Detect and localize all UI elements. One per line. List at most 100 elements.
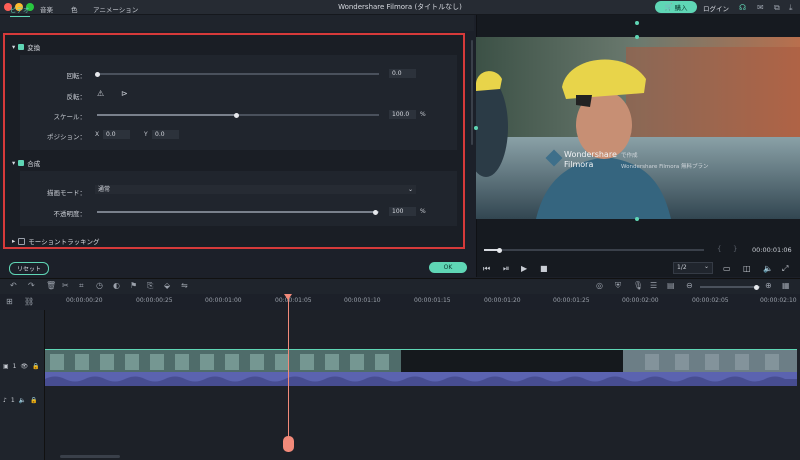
ok-button[interactable]: OK xyxy=(429,262,467,273)
preview-video-frame: Wondershare Filmora で作成 Wondershare Film… xyxy=(476,37,800,219)
link-icon[interactable]: ⛓ xyxy=(24,297,34,306)
blend-mode-select[interactable]: 通常 ⌄ xyxy=(95,185,416,194)
marker-icon[interactable]: ⚑ xyxy=(130,281,137,290)
opacity-slider-knob[interactable] xyxy=(373,209,378,215)
transform-checkbox[interactable] xyxy=(18,44,25,50)
rotate-slider-knob[interactable] xyxy=(95,71,100,77)
cart-icon: 🛒 xyxy=(664,3,673,11)
shield-icon[interactable]: ⛨ xyxy=(615,281,621,291)
speaker-icon[interactable]: 🔈 xyxy=(19,397,26,404)
lock-icon[interactable]: 🔒 xyxy=(32,363,39,370)
preview-progress-knob[interactable] xyxy=(497,247,502,253)
position-x-label: X xyxy=(95,131,100,138)
notification-icon[interactable]: ✉ xyxy=(757,3,764,12)
playhead-handle[interactable] xyxy=(283,436,294,452)
preview-zoom-select[interactable]: 1/2 ⌄ xyxy=(673,262,713,274)
timeline-playhead[interactable] xyxy=(288,296,289,446)
delete-icon[interactable]: 🗑 xyxy=(46,281,56,290)
ruler-label: 00:00:00:20 xyxy=(66,297,103,304)
watermark-sub: Wondershare Filmora 無料プラン xyxy=(621,164,709,170)
microphone-icon[interactable]: 🎙 xyxy=(633,281,643,290)
opacity-unit: % xyxy=(420,208,426,215)
grid-icon[interactable]: ▦ xyxy=(782,281,790,290)
list-icon[interactable]: ☰ xyxy=(650,281,657,290)
expand-arrow-icon: ▸ xyxy=(12,237,16,245)
scale-label: スケール： xyxy=(53,113,87,121)
flip-horizontal-icon[interactable]: ⊳ xyxy=(121,89,128,98)
chevron-down-icon: ⌄ xyxy=(407,186,413,193)
play-pause-frame-icon[interactable]: ⏯ xyxy=(503,264,509,274)
tab-video[interactable]: ビデオ xyxy=(10,4,30,17)
scale-slider-fill xyxy=(97,114,236,116)
snapshot-icon[interactable]: ◫ xyxy=(743,264,751,273)
cut-icon[interactable]: ✂ xyxy=(62,281,69,290)
undo-icon[interactable]: ↶ xyxy=(10,281,17,290)
opacity-slider[interactable] xyxy=(97,209,379,215)
volume-icon[interactable]: 🔈 xyxy=(763,264,773,273)
opacity-input[interactable]: 100 xyxy=(389,207,416,216)
rotate-slider[interactable] xyxy=(95,71,379,77)
preview-progress-bar[interactable] xyxy=(484,247,704,253)
position-y-input[interactable]: 0.0 xyxy=(152,130,179,139)
scale-unit: % xyxy=(420,111,426,118)
blend-mode-label: 描画モード： xyxy=(47,189,86,197)
scale-slider[interactable] xyxy=(97,112,379,118)
transform-handle-left[interactable] xyxy=(474,126,478,130)
fullscreen-icon[interactable]: ⧉ xyxy=(774,3,780,13)
render-icon[interactable]: ◎ xyxy=(596,281,603,290)
subtitle-icon[interactable]: ▤ xyxy=(667,281,675,290)
keyframe-icon[interactable]: ⬙ xyxy=(164,281,170,290)
timeline-ruler[interactable] xyxy=(0,294,800,311)
composite-section-header[interactable]: ▾ 合成 xyxy=(12,158,40,168)
position-x-input[interactable]: 0.0 xyxy=(103,130,130,139)
timeline-scrollbar[interactable] xyxy=(60,455,120,458)
login-link[interactable]: ログイン xyxy=(703,3,729,13)
mark-in-icon[interactable]: { xyxy=(717,245,721,253)
audio-adjust-icon[interactable]: ⇋ xyxy=(181,281,188,290)
transform-handle-top[interactable] xyxy=(635,21,639,25)
timeline-zoom-knob[interactable] xyxy=(754,284,759,290)
scale-slider-knob[interactable] xyxy=(234,112,239,118)
zoom-in-icon[interactable]: ⊕ xyxy=(765,281,772,290)
composite-header-label: 合成 xyxy=(27,160,41,168)
play-icon[interactable]: ▶ xyxy=(521,264,527,273)
audio-track-header: ♪ 1 🔈 🔒 xyxy=(3,397,38,404)
mark-out-icon[interactable]: } xyxy=(733,245,737,253)
timeline-zoom-slider[interactable] xyxy=(700,284,760,290)
video-track-number: 1 xyxy=(12,363,17,370)
tab-audio[interactable]: 音楽 xyxy=(40,4,53,14)
audio-waveform[interactable] xyxy=(45,372,797,386)
speed-icon[interactable]: ◷ xyxy=(96,281,103,290)
property-scrollbar[interactable] xyxy=(471,40,473,145)
composite-checkbox[interactable] xyxy=(18,160,25,166)
tab-color[interactable]: 色 xyxy=(71,4,78,14)
color-icon[interactable]: ◐ xyxy=(113,281,120,290)
monitor-icon[interactable]: ▭ xyxy=(723,264,731,273)
transform-section-header[interactable]: ▾ 変換 xyxy=(12,42,40,52)
transform-handle-top-edge[interactable] xyxy=(635,35,639,39)
ruler-label: 00:00:01:00 xyxy=(205,297,242,304)
zoom-out-icon[interactable]: ⊖ xyxy=(686,281,693,290)
crop-icon[interactable]: ⌗ xyxy=(79,281,84,291)
motion-tracking-checkbox[interactable] xyxy=(18,237,26,245)
tab-animation[interactable]: アニメーション xyxy=(93,4,138,14)
rotate-input[interactable]: 0.0 xyxy=(389,69,416,78)
transform-handle-bottom[interactable] xyxy=(635,217,639,221)
lock-icon[interactable]: 🔒 xyxy=(30,397,37,404)
motion-tracking-section-header[interactable]: ▸ モーショントラッキング xyxy=(12,236,99,246)
expand-icon[interactable]: ⤢ xyxy=(782,264,788,274)
video-track-header: ▣ 1 👁 🔒 xyxy=(3,363,40,370)
scale-input[interactable]: 100.0 xyxy=(389,110,416,119)
flip-vertical-icon[interactable]: ⚠ xyxy=(97,89,104,98)
add-track-icon[interactable]: ⊞ xyxy=(6,297,13,306)
watermark-brand: Wondershare xyxy=(564,150,617,159)
stop-icon[interactable]: ■ xyxy=(540,264,548,273)
step-back-icon[interactable]: ⏮ xyxy=(483,264,490,274)
download-icon[interactable]: ⤓ xyxy=(789,3,793,13)
reset-button[interactable]: リセット xyxy=(9,262,49,275)
split-icon[interactable]: ⎘ xyxy=(147,281,153,291)
redo-icon[interactable]: ↷ xyxy=(28,281,35,290)
buy-button[interactable]: 🛒 購入 xyxy=(655,1,697,13)
headset-icon[interactable]: ☊ xyxy=(739,3,746,12)
eye-icon[interactable]: 👁 xyxy=(21,363,29,370)
